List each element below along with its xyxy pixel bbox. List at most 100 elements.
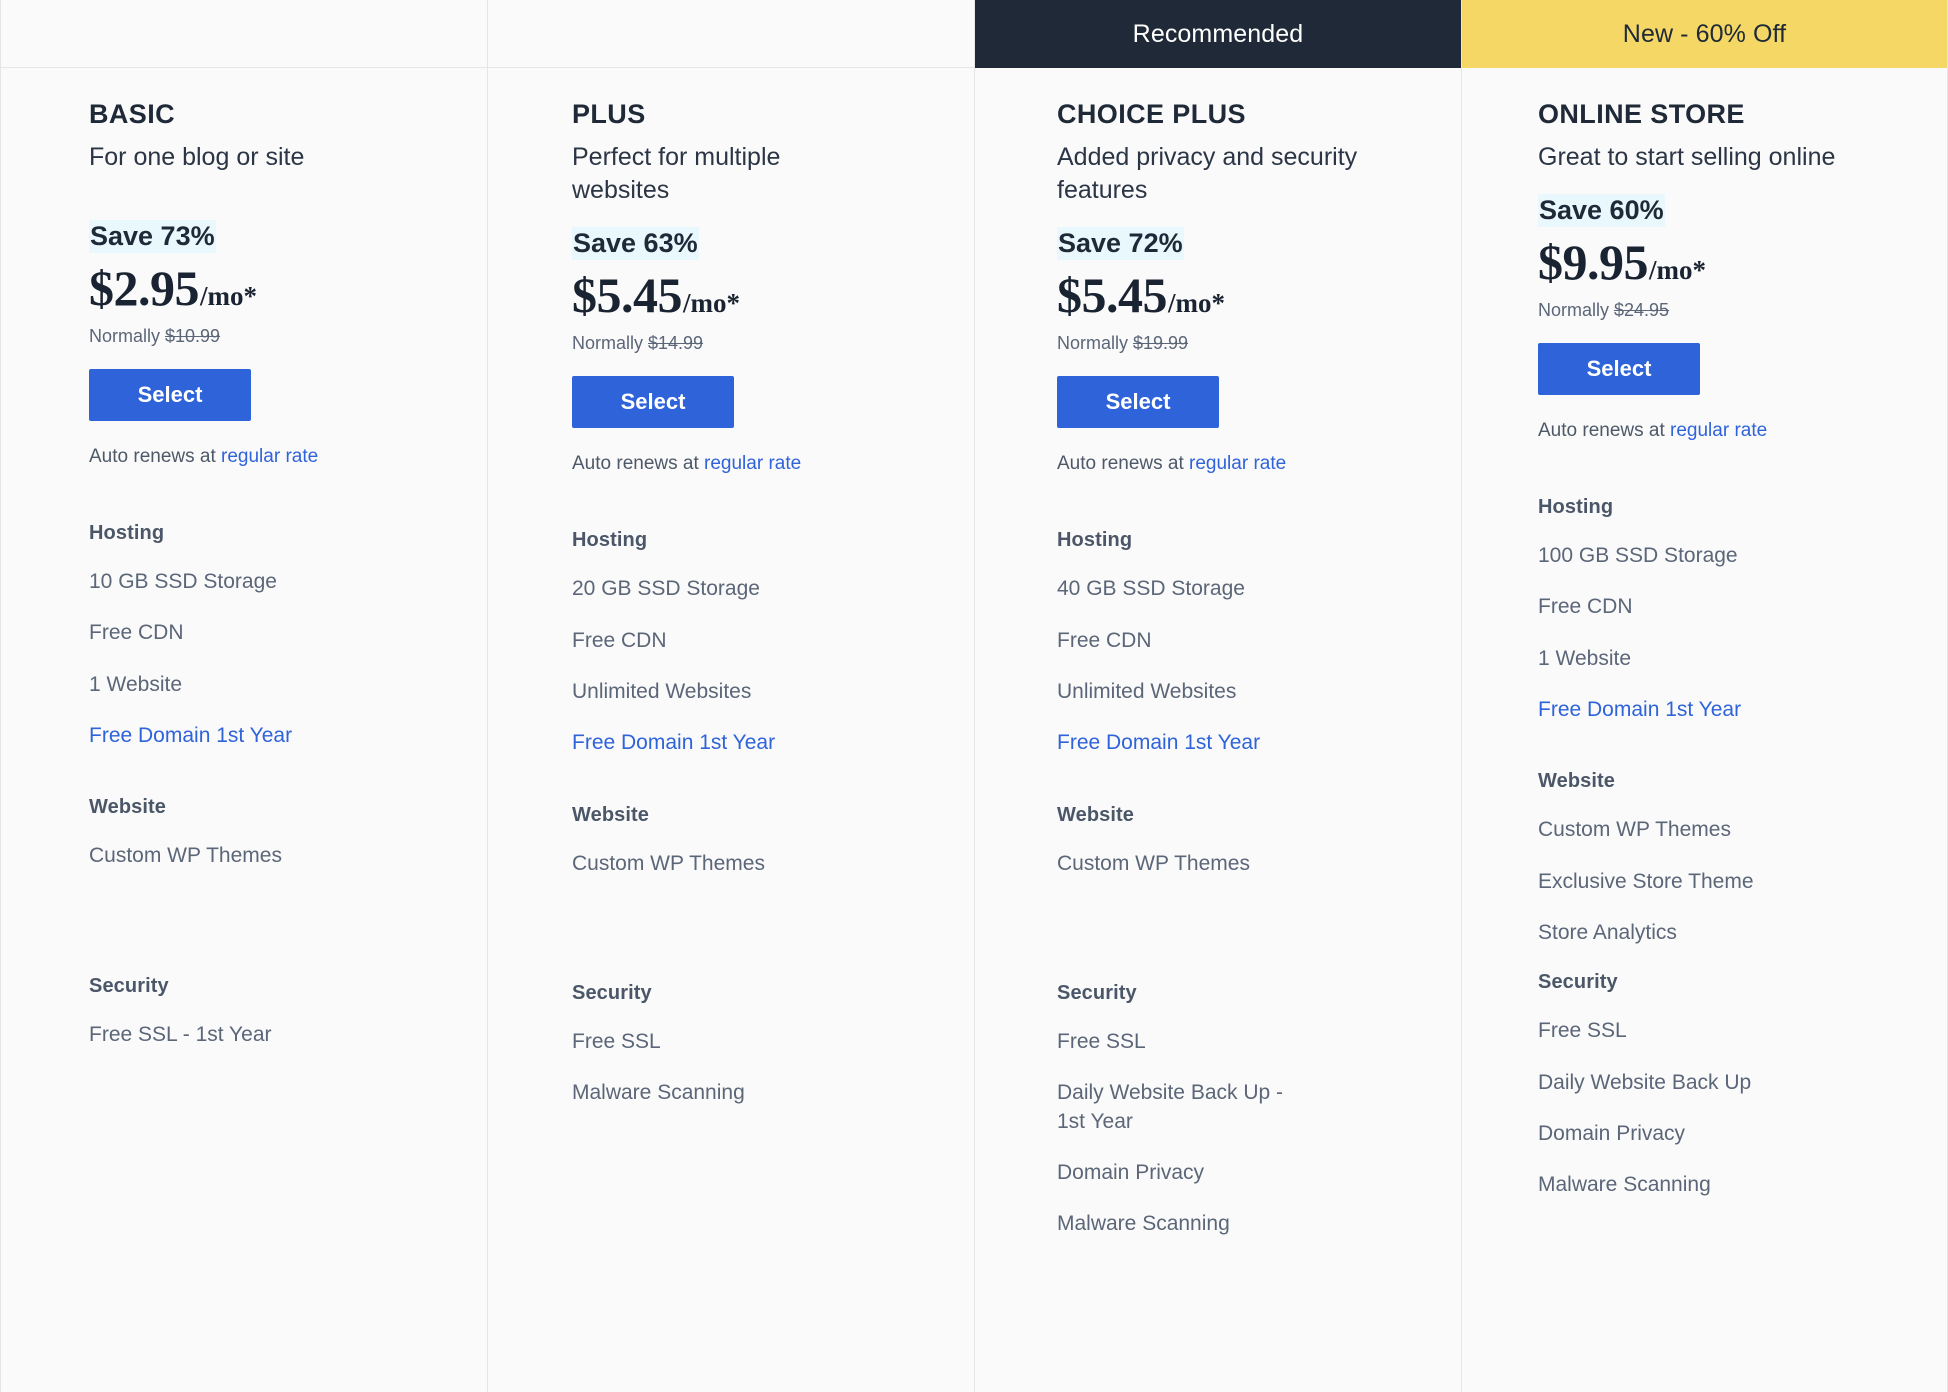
- feature-group-security: Security Free SSL Malware Scanning: [572, 982, 944, 1108]
- feature-item: Custom WP Themes: [1538, 818, 1731, 842]
- feature-item: 1 Website: [89, 672, 182, 696]
- feature-item: 1 Website: [1538, 646, 1631, 670]
- auto-renew-prefix: Auto renews at: [1538, 419, 1671, 441]
- regular-rate-link[interactable]: regular rate: [1189, 453, 1286, 474]
- feature-item: Custom WP Themes: [572, 851, 765, 875]
- price-amount: $2.95: [89, 259, 200, 316]
- group-title-security: Security: [572, 981, 652, 1004]
- plan-banner-label: New - 60% Off: [1622, 19, 1787, 48]
- normally-price: Normally $14.99: [572, 333, 944, 354]
- group-title-hosting: Hosting: [89, 521, 165, 544]
- price-amount: $9.95: [1538, 233, 1649, 290]
- feature-item: Free SSL - 1st Year: [89, 1022, 272, 1046]
- feature-item: Domain Privacy: [1057, 1160, 1205, 1184]
- feature-group-website: Website Custom WP Themes: [89, 796, 457, 870]
- price-block: Save 60% $9.95 /mo* Normally $24.95 Sele…: [1538, 194, 1917, 442]
- plan-banner-basic: [1, 0, 487, 68]
- price-amount: $5.45: [572, 267, 683, 324]
- feature-item-link[interactable]: Free Domain 1st Year: [1538, 696, 1838, 724]
- group-title-website: Website: [89, 796, 167, 819]
- save-badge: Save 72%: [1057, 227, 1184, 261]
- normally-label: Normally: [1538, 299, 1615, 320]
- feature-item: Domain Privacy: [1538, 1122, 1686, 1146]
- price-row: $5.45 /mo*: [572, 270, 944, 320]
- group-title-security: Security: [1538, 971, 1618, 994]
- auto-renew-note: Auto renews at regular rate: [1538, 420, 1917, 442]
- plan-tagline: For one blog or site: [89, 142, 305, 171]
- select-button[interactable]: Select: [1538, 342, 1700, 395]
- feature-item-link[interactable]: Free Domain 1st Year: [572, 729, 872, 757]
- feature-item: Custom WP Themes: [89, 844, 282, 868]
- price-period: /mo*: [683, 288, 740, 319]
- price-row: $9.95 /mo*: [1538, 237, 1917, 287]
- normally-amount: $19.99: [1133, 333, 1189, 354]
- feature-group-website: Website Custom WP Themes Exclusive Store…: [1538, 770, 1917, 947]
- select-button[interactable]: Select: [89, 368, 251, 421]
- normally-price: Normally $19.99: [1057, 333, 1431, 354]
- regular-rate-link[interactable]: regular rate: [704, 453, 801, 474]
- plan-banner-recommended: Recommended: [975, 0, 1461, 68]
- plan-banner-label: Recommended: [1132, 19, 1304, 48]
- feature-item: Free CDN: [572, 628, 667, 652]
- plan-body-choice-plus: CHOICE PLUS Added privacy and security f…: [975, 68, 1461, 1392]
- auto-renew-prefix: Auto renews at: [89, 445, 222, 467]
- regular-rate-link[interactable]: regular rate: [221, 446, 318, 467]
- feature-item: Unlimited Websites: [1057, 679, 1237, 703]
- select-button[interactable]: Select: [572, 376, 734, 429]
- plan-tagline: Great to start selling online: [1538, 142, 1836, 171]
- group-title-website: Website: [1057, 803, 1135, 826]
- feature-group-hosting: Hosting 20 GB SSD Storage Free CDN Unlim…: [572, 529, 944, 757]
- save-badge: Save 73%: [89, 220, 216, 253]
- price-period: /mo*: [1168, 288, 1225, 319]
- regular-rate-link[interactable]: regular rate: [1670, 420, 1767, 441]
- plan-banner-new-offer: New - 60% Off: [1462, 0, 1947, 68]
- select-button[interactable]: Select: [1057, 376, 1219, 429]
- auto-renew-note: Auto renews at regular rate: [572, 453, 944, 475]
- plan-column-online-store: New - 60% Off ONLINE STORE Great to star…: [1461, 0, 1948, 1392]
- save-badge: Save 63%: [572, 227, 699, 261]
- price-block: Save 73% $2.95 /mo* Normally $10.99 Sele…: [89, 220, 457, 468]
- group-title-hosting: Hosting: [1538, 495, 1614, 518]
- feature-group-website: Website Custom WP Themes: [572, 804, 944, 878]
- plan-column-plus: PLUS Perfect for multiple websites Save …: [487, 0, 974, 1392]
- feature-item: 40 GB SSD Storage: [1057, 577, 1245, 601]
- feature-item: Free CDN: [1538, 595, 1633, 619]
- normally-label: Normally: [89, 325, 166, 346]
- price-row: $5.45 /mo*: [1057, 270, 1431, 320]
- price-block: Save 72% $5.45 /mo* Normally $19.99 Sele…: [1057, 227, 1431, 475]
- feature-item: Daily Website Back Up: [1538, 1070, 1752, 1094]
- feature-item: Free CDN: [89, 621, 184, 645]
- feature-item-link[interactable]: Free Domain 1st Year: [1057, 729, 1357, 757]
- price-block: Save 63% $5.45 /mo* Normally $14.99 Sele…: [572, 227, 944, 475]
- group-title-website: Website: [1538, 770, 1616, 793]
- feature-item: 20 GB SSD Storage: [572, 577, 760, 601]
- auto-renew-prefix: Auto renews at: [1057, 453, 1190, 475]
- plan-name: CHOICE PLUS: [1057, 99, 1246, 129]
- feature-item: Malware Scanning: [1538, 1173, 1711, 1197]
- auto-renew-prefix: Auto renews at: [572, 453, 705, 475]
- group-title-security: Security: [1057, 981, 1137, 1004]
- plan-column-basic: BASIC For one blog or site Save 73% $2.9…: [0, 0, 487, 1392]
- auto-renew-note: Auto renews at regular rate: [1057, 453, 1431, 475]
- feature-group-hosting: Hosting 40 GB SSD Storage Free CDN Unlim…: [1057, 529, 1431, 757]
- feature-item: Exclusive Store Theme: [1538, 869, 1754, 893]
- feature-item: Unlimited Websites: [572, 679, 752, 703]
- group-title-hosting: Hosting: [572, 529, 648, 552]
- plan-tagline: Perfect for multiple websites: [572, 142, 781, 204]
- feature-item: 100 GB SSD Storage: [1538, 543, 1738, 567]
- plan-tagline: Added privacy and security features: [1057, 142, 1358, 204]
- feature-item: Free SSL: [572, 1029, 661, 1053]
- group-title-security: Security: [89, 974, 169, 997]
- feature-item: Free SSL: [1538, 1019, 1627, 1043]
- plan-body-plus: PLUS Perfect for multiple websites Save …: [488, 68, 974, 1392]
- plan-body-online-store: ONLINE STORE Great to start selling onli…: [1462, 68, 1947, 1392]
- normally-amount: $24.95: [1614, 299, 1670, 320]
- feature-group-security: Security Free SSL Daily Website Back Up …: [1538, 971, 1917, 1199]
- feature-item: Free CDN: [1057, 628, 1152, 652]
- plan-column-choice-plus: Recommended CHOICE PLUS Added privacy an…: [974, 0, 1461, 1392]
- feature-group-security: Security Free SSL Daily Website Back Up …: [1057, 982, 1431, 1239]
- feature-item-link[interactable]: Free Domain 1st Year: [89, 722, 389, 750]
- auto-renew-note: Auto renews at regular rate: [89, 446, 457, 468]
- normally-label: Normally: [1057, 333, 1134, 354]
- plan-name: PLUS: [572, 99, 646, 129]
